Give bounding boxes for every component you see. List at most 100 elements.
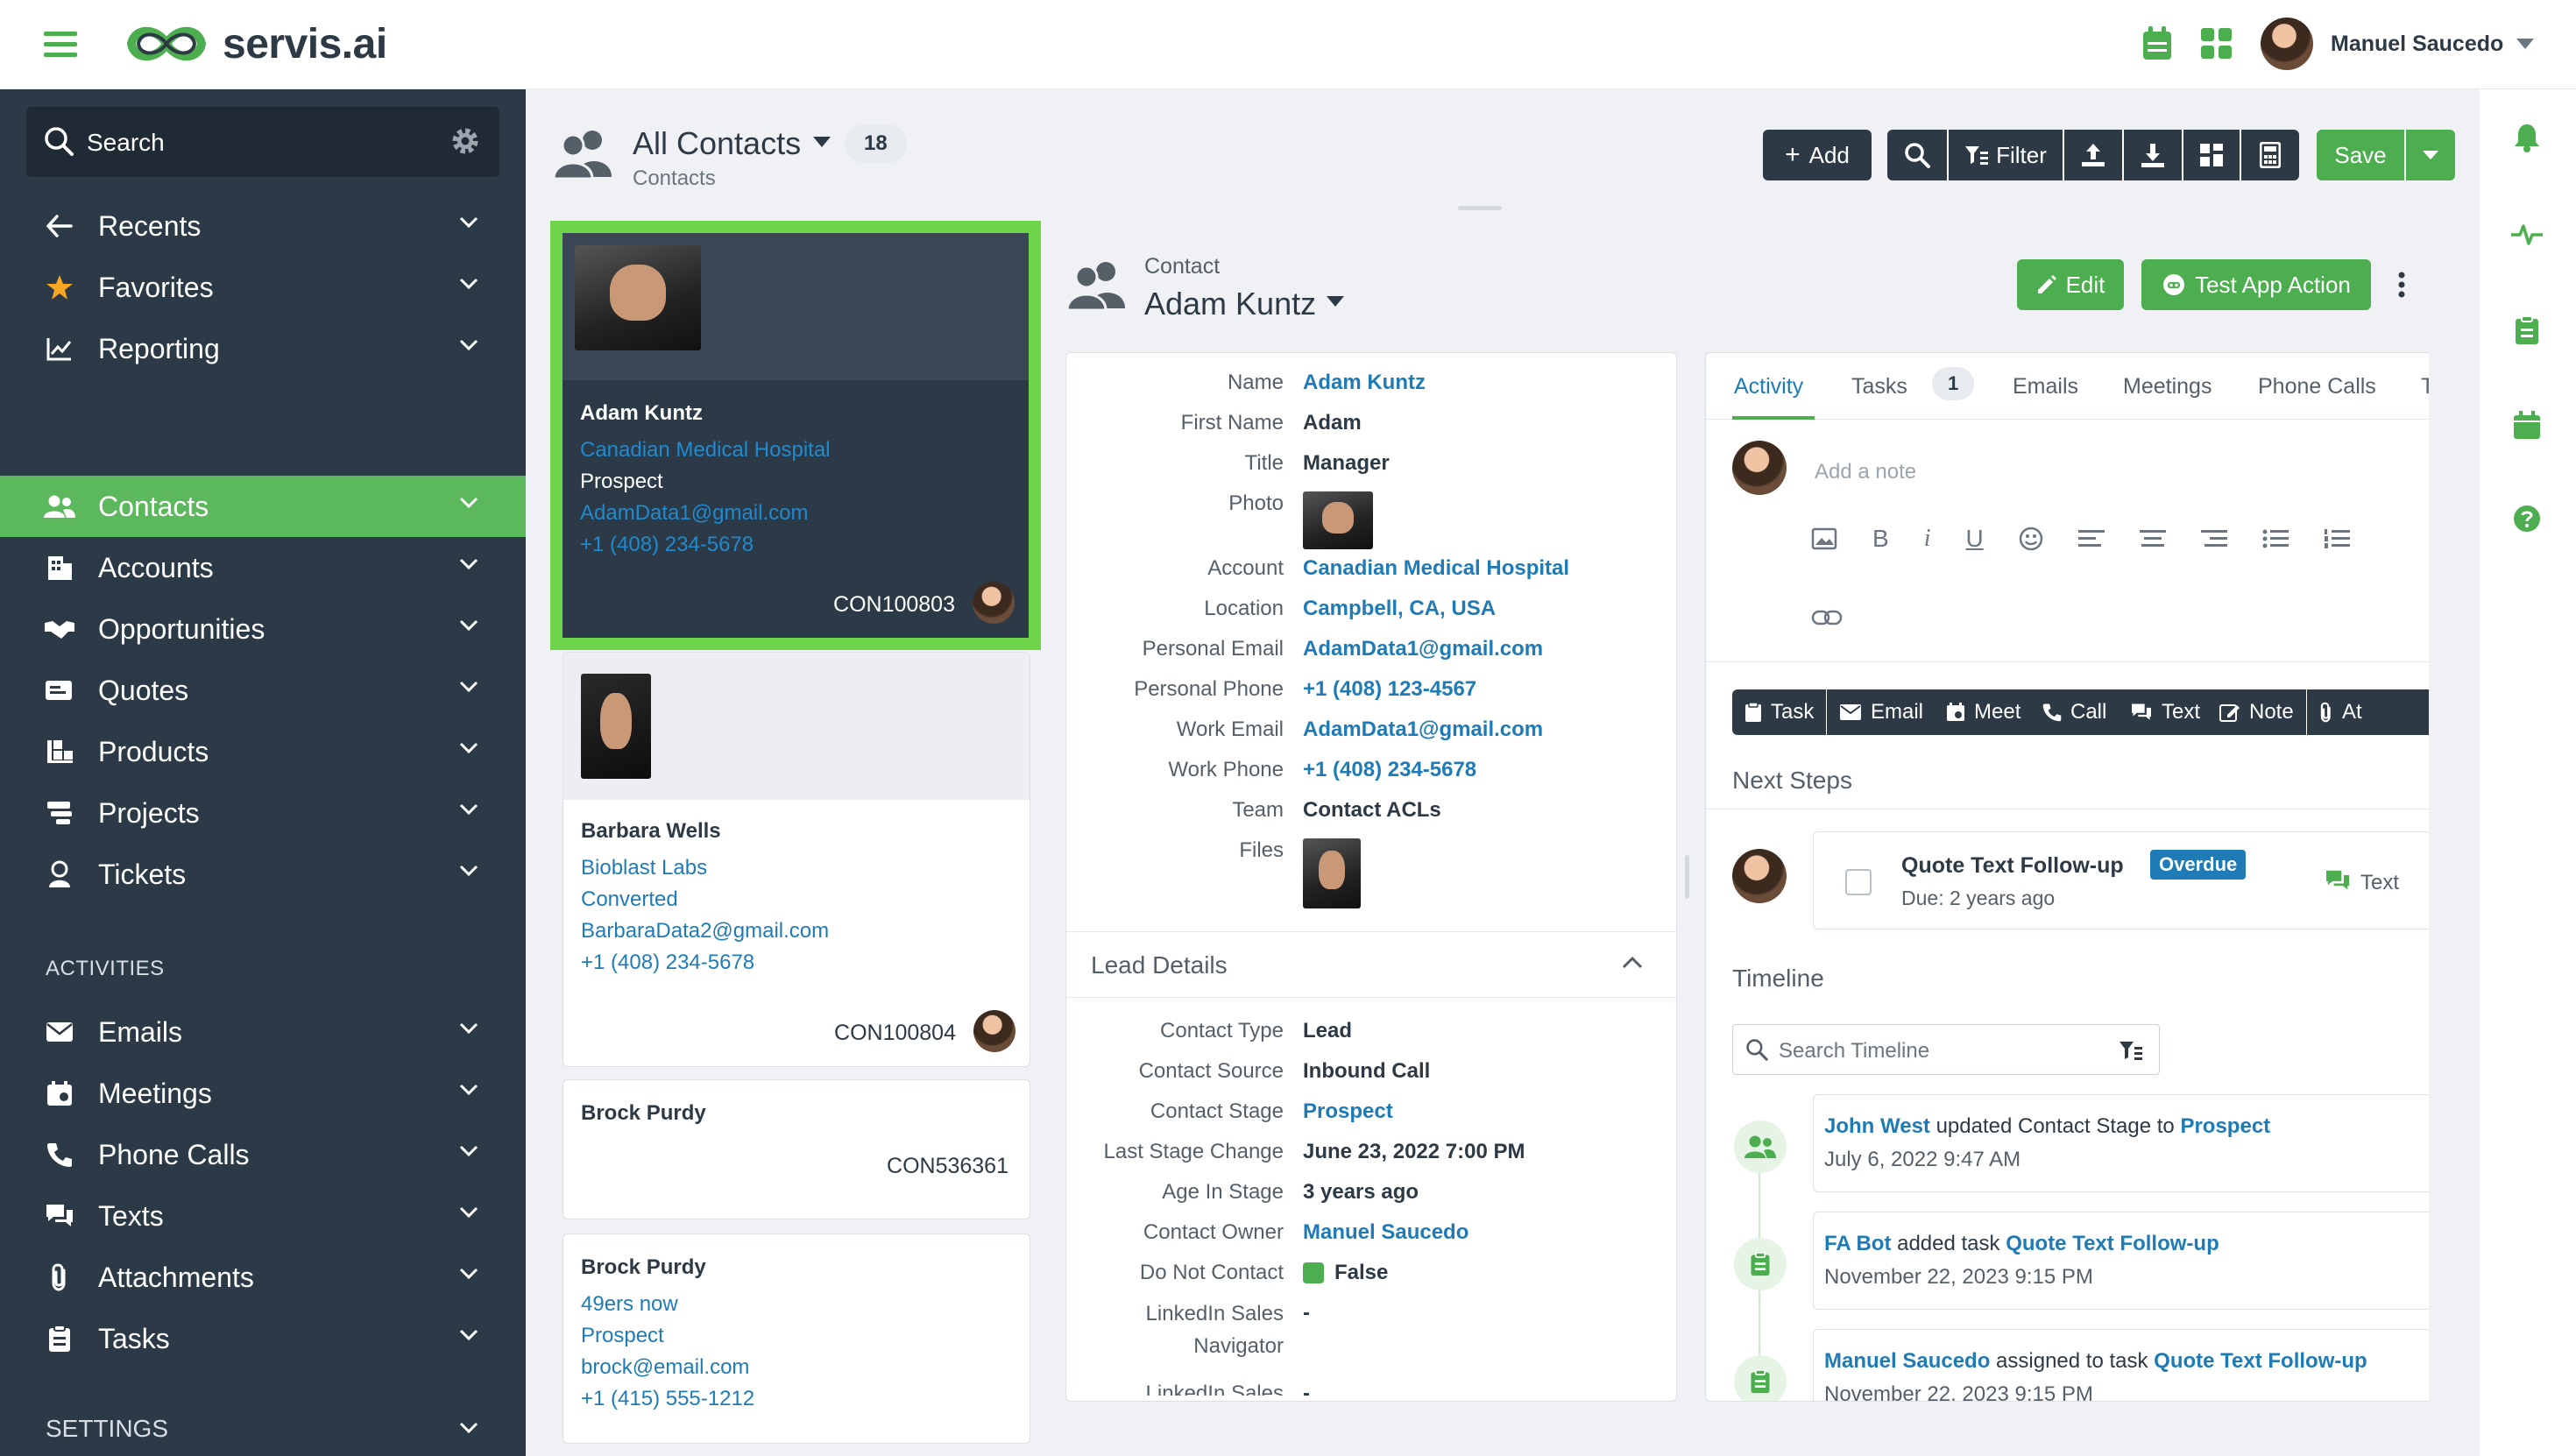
user-avatar[interactable] xyxy=(2261,18,2313,70)
field-value[interactable]: Prospect xyxy=(1303,1099,1393,1124)
card-stage[interactable]: Converted xyxy=(581,887,678,912)
card-email[interactable]: BarbaraData2@gmail.com xyxy=(581,919,829,944)
text-action-button[interactable]: Text xyxy=(2118,689,2215,735)
sidebar-item-accounts[interactable]: Accounts xyxy=(0,537,526,598)
contact-card[interactable]: Barbara Wells Bioblast Labs Converted Ba… xyxy=(563,652,1030,1067)
task-title[interactable]: Quote Text Follow-up xyxy=(1901,853,2124,879)
upload-button[interactable] xyxy=(2064,130,2124,180)
sidebar-item-attachments[interactable]: Attachments xyxy=(0,1247,526,1308)
sidebar-item-tasks[interactable]: Tasks xyxy=(0,1308,526,1369)
calendar-icon[interactable] xyxy=(2513,410,2541,440)
italic-icon[interactable]: i xyxy=(1924,525,1931,553)
sidebar-item-emails[interactable]: Emails xyxy=(0,1001,526,1063)
add-button[interactable]: + Add xyxy=(1763,130,1872,180)
lead-details-section-header[interactable]: Lead Details xyxy=(1066,931,1676,998)
hamburger-menu-icon[interactable] xyxy=(44,30,77,58)
tab-meetings[interactable]: Meetings xyxy=(2123,374,2212,399)
note-input[interactable]: Add a note xyxy=(1815,460,1916,484)
timeline-search-box[interactable]: Search Timeline xyxy=(1732,1024,2160,1075)
emoji-icon[interactable] xyxy=(2019,527,2043,551)
field-value[interactable]: +1 (408) 123-4567 xyxy=(1303,677,1476,702)
panel-resize-handle[interactable] xyxy=(1685,855,1689,899)
tab-tasks[interactable]: Tasks xyxy=(1851,374,1907,399)
field-value[interactable]: AdamData1@gmail.com xyxy=(1303,717,1543,742)
attach-action-button[interactable]: At xyxy=(2307,689,2429,735)
filter-icon[interactable] xyxy=(2119,1040,2143,1061)
sidebar-item-products[interactable]: Products xyxy=(0,721,526,782)
field-value[interactable]: Adam Kuntz xyxy=(1303,371,1426,395)
image-icon[interactable] xyxy=(1811,527,1837,550)
download-button[interactable] xyxy=(2124,130,2183,180)
card-email[interactable]: brock@email.com xyxy=(581,1355,749,1380)
gear-icon[interactable] xyxy=(450,126,480,156)
card-name[interactable]: Brock Purdy xyxy=(581,1255,706,1280)
card-company[interactable]: Bioblast Labs xyxy=(581,856,707,880)
search-input[interactable]: Search xyxy=(87,129,165,157)
task-complete-checkbox[interactable] xyxy=(1845,869,1872,895)
sidebar-search-box[interactable]: Search xyxy=(26,107,499,177)
clipboard-icon[interactable] xyxy=(2515,315,2539,345)
align-center-icon[interactable] xyxy=(2139,529,2166,548)
align-right-icon[interactable] xyxy=(2200,529,2227,548)
field-value[interactable]: Canadian Medical Hospital xyxy=(1303,556,1569,581)
more-options-icon[interactable] xyxy=(2397,272,2406,298)
filter-button[interactable]: Filter xyxy=(1949,130,2064,180)
user-name[interactable]: Manuel Saucedo xyxy=(2331,32,2503,57)
sidebar-item-phone-calls[interactable]: Phone Calls xyxy=(0,1124,526,1185)
card-phone[interactable]: +1 (408) 234-5678 xyxy=(581,951,754,975)
bullet-list-icon[interactable] xyxy=(2262,529,2289,548)
field-value[interactable]: Manuel Saucedo xyxy=(1303,1220,1468,1245)
field-value[interactable]: Campbell, CA, USA xyxy=(1303,597,1496,621)
next-step-card[interactable]: Quote Text Follow-up Overdue Due: 2 year… xyxy=(1813,831,2429,929)
card-company[interactable]: 49ers now xyxy=(581,1292,678,1317)
underline-icon[interactable]: U xyxy=(1965,525,1983,553)
field-value[interactable]: +1 (408) 234-5678 xyxy=(1303,758,1476,782)
record-name-dropdown-icon[interactable] xyxy=(1327,296,1344,307)
card-phone[interactable]: +1 (408) 234-5678 xyxy=(580,533,754,557)
save-options-button[interactable] xyxy=(2406,130,2455,180)
timeline-actor[interactable]: Manuel Saucedo xyxy=(1824,1349,1990,1373)
task-action-button[interactable]: Task xyxy=(1732,689,1829,735)
apps-grid-icon[interactable] xyxy=(2201,28,2233,60)
contact-photo-thumbnail[interactable] xyxy=(1303,491,1373,549)
call-action-button[interactable]: Call xyxy=(2030,689,2121,735)
sidebar-item-projects[interactable]: Projects xyxy=(0,782,526,844)
timeline-target[interactable]: Quote Text Follow-up xyxy=(2006,1232,2219,1255)
contact-card-selected[interactable]: Adam Kuntz Canadian Medical Hospital Pro… xyxy=(550,221,1041,650)
resize-handle[interactable] xyxy=(1458,206,1502,210)
contact-card[interactable]: Brock Purdy CON536361 xyxy=(563,1079,1030,1219)
card-name[interactable]: Adam Kuntz xyxy=(580,401,703,426)
field-value[interactable]: AdamData1@gmail.com xyxy=(1303,637,1543,661)
contact-card[interactable]: Brock Purdy 49ers now Prospect brock@ema… xyxy=(563,1233,1030,1444)
timeline-actor[interactable]: John West xyxy=(1824,1114,1930,1138)
sidebar-item-meetings[interactable]: Meetings xyxy=(0,1063,526,1124)
sidebar-item-tickets[interactable]: Tickets xyxy=(0,844,526,905)
test-app-action-button[interactable]: Test App Action xyxy=(2141,259,2371,310)
record-name[interactable]: Adam Kuntz xyxy=(1144,286,1316,322)
note-action-button[interactable]: Note xyxy=(2207,689,2308,735)
list-title-dropdown-icon[interactable] xyxy=(813,137,831,147)
bell-icon[interactable] xyxy=(2513,123,2541,152)
card-email[interactable]: AdamData1@gmail.com xyxy=(580,501,808,526)
save-button[interactable]: Save xyxy=(2317,130,2404,180)
card-phone[interactable]: +1 (415) 555-1212 xyxy=(581,1387,754,1411)
tab-phone-calls[interactable]: Phone Calls xyxy=(2258,374,2376,399)
card-name[interactable]: Barbara Wells xyxy=(581,819,721,844)
sidebar-item-contacts[interactable]: Contacts xyxy=(0,476,526,537)
list-title[interactable]: All Contacts xyxy=(633,125,801,162)
sidebar-item-texts[interactable]: Texts xyxy=(0,1185,526,1247)
calendar-icon[interactable] xyxy=(2141,26,2173,61)
activity-pulse-icon[interactable] xyxy=(2509,221,2544,247)
file-thumbnail[interactable] xyxy=(1303,838,1361,908)
layout-button[interactable] xyxy=(2183,130,2241,180)
card-company[interactable]: Canadian Medical Hospital xyxy=(580,438,831,463)
meet-action-button[interactable]: Meet xyxy=(1934,689,2035,735)
timeline-search-input[interactable]: Search Timeline xyxy=(1779,1039,1929,1064)
sidebar-item-favorites[interactable]: Favorites xyxy=(0,257,526,318)
link-icon[interactable] xyxy=(1811,609,1843,626)
tab-overflow[interactable]: T xyxy=(2421,374,2429,399)
tab-emails[interactable]: Emails xyxy=(2013,374,2078,399)
sidebar-settings[interactable]: SETTINGS xyxy=(0,1404,526,1453)
card-stage[interactable]: Prospect xyxy=(581,1324,664,1348)
numbered-list-icon[interactable] xyxy=(2324,529,2350,548)
